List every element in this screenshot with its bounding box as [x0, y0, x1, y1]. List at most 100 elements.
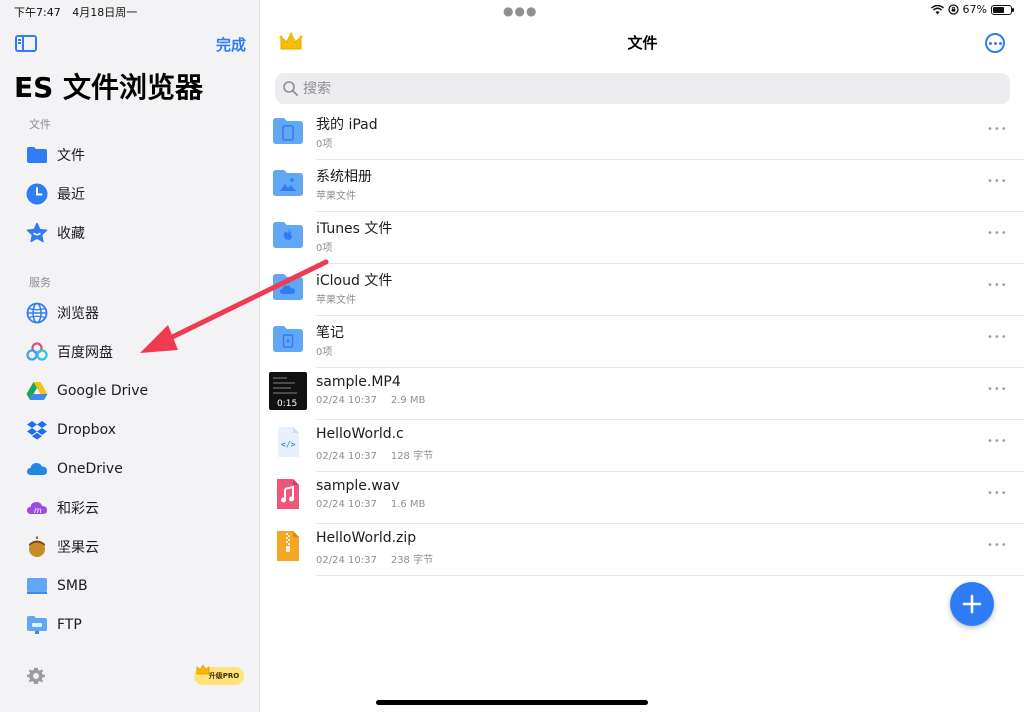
- file-name: iCloud 文件: [316, 273, 393, 289]
- sidebar-item-label: Google Drive: [57, 383, 149, 399]
- done-button[interactable]: 完成: [216, 34, 246, 55]
- file-source: 苹果文件: [316, 295, 356, 306]
- onedrive-icon: [26, 458, 48, 480]
- file-name: sample.MP4: [316, 374, 401, 390]
- sidebar-item-files[interactable]: 文件: [26, 142, 246, 168]
- multitasking-dots-icon[interactable]: ●●●: [503, 4, 537, 18]
- sidebar-item-label: 浏览器: [57, 306, 99, 322]
- app-title: ES 文件浏览器: [14, 71, 204, 104]
- upgrade-pro-button[interactable]: 升级PRO: [194, 664, 244, 685]
- file-item-count: 0项: [316, 139, 333, 150]
- sidebar-item-baidu[interactable]: 百度网盘: [26, 339, 246, 365]
- file-row-helloworld-c[interactable]: </> HelloWorld.c 02/24 10:37 128 字节 •••: [261, 420, 1024, 472]
- file-row-itunes[interactable]: iTunes 文件 0项 •••: [261, 212, 1024, 264]
- row-more-icon[interactable]: •••: [987, 384, 1008, 395]
- code-file-icon: </>: [278, 427, 299, 457]
- sidebar-item-browser[interactable]: 浏览器: [26, 300, 246, 326]
- file-meta: 02/24 10:37 1.6 MB: [316, 499, 425, 510]
- smb-icon: [26, 575, 48, 597]
- sidebar-item-recent[interactable]: 最近: [26, 181, 246, 207]
- file-meta: 苹果文件: [316, 291, 356, 306]
- sidebar-toggle-icon[interactable]: [15, 35, 37, 52]
- file-date: 02/24 10:37: [316, 395, 377, 406]
- plus-icon: [962, 594, 982, 614]
- file-meta: 0项: [316, 135, 332, 150]
- row-more-icon[interactable]: •••: [987, 280, 1008, 291]
- sidebar-item-label: 文件: [57, 148, 85, 164]
- zip-file-icon: [277, 531, 299, 561]
- sidebar-item-label: 百度网盘: [57, 345, 113, 361]
- globe-icon: [26, 302, 48, 324]
- file-row-sample-wav[interactable]: sample.wav 02/24 10:37 1.6 MB •••: [261, 472, 1024, 524]
- hecaiyun-icon: m: [26, 497, 48, 519]
- file-meta: 0项: [316, 239, 332, 254]
- settings-gear-icon[interactable]: [26, 666, 46, 686]
- row-more-icon[interactable]: •••: [987, 540, 1008, 551]
- file-size: 128 字节: [390, 451, 434, 462]
- file-size: 2.9 MB: [390, 395, 426, 406]
- row-more-icon[interactable]: •••: [987, 176, 1008, 187]
- file-name: HelloWorld.zip: [316, 530, 417, 546]
- file-date: 02/24 10:37: [316, 499, 377, 510]
- sidebar-item-label: SMB: [57, 578, 88, 594]
- sidebar-item-label: 最近: [57, 187, 85, 203]
- file-size: 1.6 MB: [390, 499, 426, 510]
- main-pane: ●●● 67% 文件 我的 iPad 0项 ••• 系统相册 苹果文件 •••: [261, 0, 1024, 712]
- folder-photos-icon: [273, 170, 303, 196]
- sidebar-item-ftp[interactable]: FTP: [26, 612, 246, 638]
- file-name: sample.wav: [316, 478, 400, 494]
- row-divider: [316, 575, 1024, 576]
- search-input[interactable]: [303, 80, 903, 97]
- clock-icon: [26, 183, 48, 205]
- orientation-lock-icon: [947, 4, 959, 15]
- file-meta: 苹果文件: [316, 187, 356, 202]
- row-more-icon[interactable]: •••: [987, 332, 1008, 343]
- wifi-icon: [930, 4, 944, 14]
- upgrade-pro-label: 升级PRO: [208, 672, 240, 680]
- sidebar-item-jianguoyun[interactable]: 坚果云: [26, 534, 246, 560]
- sidebar-item-google-drive[interactable]: Google Drive: [26, 378, 246, 404]
- battery-icon: [991, 4, 1014, 15]
- file-name: 笔记: [316, 325, 344, 341]
- file-name: iTunes 文件: [316, 221, 393, 237]
- status-time: 下午7:47: [14, 6, 61, 19]
- baidu-netdisk-icon: [26, 341, 48, 363]
- add-button[interactable]: [950, 582, 994, 626]
- sidebar-item-onedrive[interactable]: OneDrive: [26, 456, 246, 482]
- sidebar-item-label: 收藏: [57, 226, 85, 242]
- sidebar-item-label: 坚果云: [57, 540, 99, 556]
- sidebar-item-label: FTP: [57, 617, 82, 633]
- status-date: 4月18日周一: [72, 6, 138, 19]
- sidebar-item-smb[interactable]: SMB: [26, 573, 246, 599]
- row-more-icon[interactable]: •••: [987, 436, 1008, 447]
- audio-file-icon: [277, 479, 299, 509]
- folder-itunes-icon: [273, 222, 303, 248]
- row-more-icon[interactable]: •••: [987, 488, 1008, 499]
- video-thumbnail: 0:15: [269, 372, 307, 410]
- star-icon: [26, 222, 48, 244]
- file-name: 我的 iPad: [316, 117, 378, 133]
- sidebar-item-favorites[interactable]: 收藏: [26, 220, 246, 246]
- section-label-services: 服务: [29, 276, 51, 289]
- folder-notes-icon: [273, 326, 303, 352]
- file-row-sample-mp4[interactable]: 0:15 sample.MP4 02/24 10:37 2.9 MB •••: [261, 368, 1024, 420]
- more-options-icon[interactable]: [985, 33, 1005, 53]
- jianguoyun-icon: [26, 536, 48, 558]
- file-meta: 02/24 10:37 2.9 MB: [316, 395, 425, 406]
- file-row-my-ipad[interactable]: 我的 iPad 0项 •••: [261, 108, 1024, 160]
- sidebar-item-dropbox[interactable]: Dropbox: [26, 417, 246, 443]
- file-row-notes[interactable]: 笔记 0项 •••: [261, 316, 1024, 368]
- search-bar[interactable]: [275, 73, 1010, 104]
- status-bar-left: 下午7:47 4月18日周一: [14, 4, 137, 20]
- sidebar-item-label: 和彩云: [57, 501, 99, 517]
- folder-ipad-icon: [273, 118, 303, 144]
- row-more-icon[interactable]: •••: [987, 124, 1008, 135]
- sidebar-item-hecaiyun[interactable]: m 和彩云: [26, 495, 246, 521]
- row-more-icon[interactable]: •••: [987, 228, 1008, 239]
- file-row-icloud[interactable]: iCloud 文件 苹果文件 •••: [261, 264, 1024, 316]
- file-row-helloworld-zip[interactable]: HelloWorld.zip 02/24 10:37 238 字节 •••: [261, 524, 1024, 576]
- file-meta: 02/24 10:37 238 字节: [316, 551, 433, 566]
- svg-text:m: m: [34, 506, 42, 515]
- file-row-photos[interactable]: 系统相册 苹果文件 •••: [261, 160, 1024, 212]
- folder-icon: [26, 144, 48, 166]
